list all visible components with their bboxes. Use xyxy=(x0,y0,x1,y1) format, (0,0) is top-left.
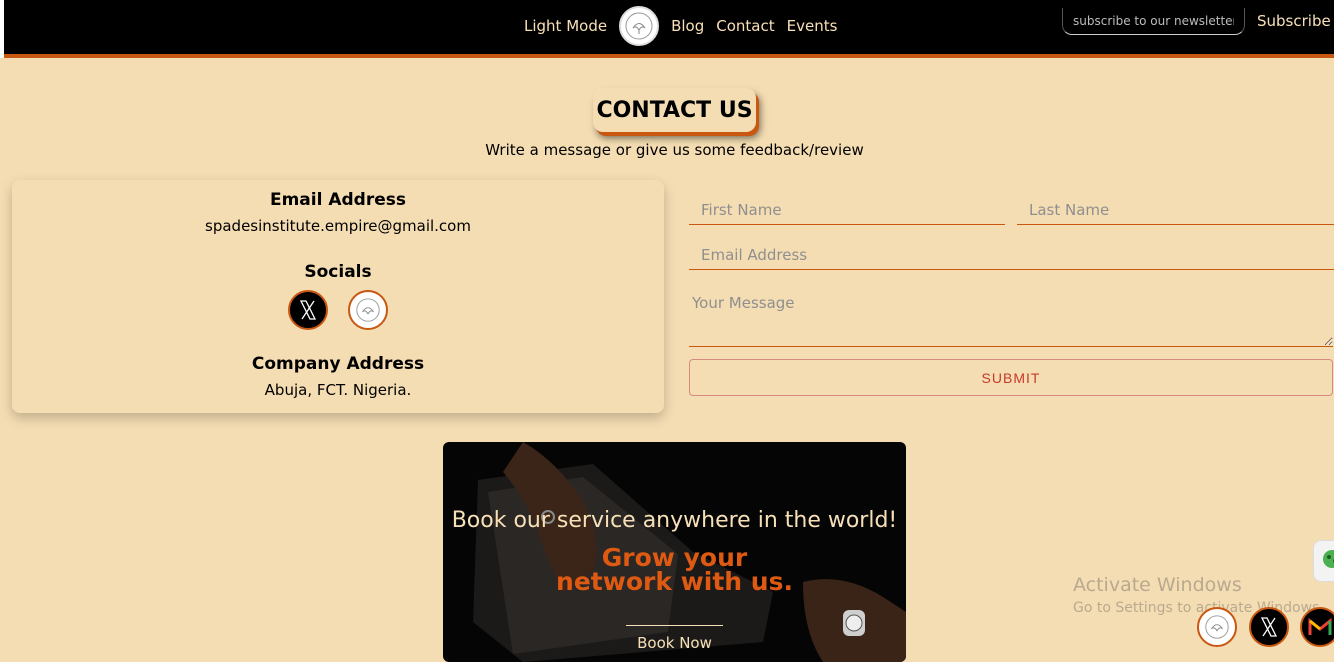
logo-icon[interactable] xyxy=(348,290,388,330)
booking-banner: Book our service anywhere in the world! … xyxy=(443,442,906,662)
site-logo-icon[interactable] xyxy=(619,6,660,46)
last-name-field[interactable] xyxy=(1017,196,1334,225)
x-icon[interactable] xyxy=(288,290,328,330)
nav-contact[interactable]: Contact xyxy=(716,17,774,35)
floating-gmail-icon[interactable] xyxy=(1300,607,1334,647)
windows-watermark-title: Activate Windows xyxy=(1073,574,1242,596)
company-address: Abuja, FCT. Nigeria. xyxy=(264,381,412,399)
nav-blog[interactable]: Blog xyxy=(671,17,704,35)
banner-headline-line-2: network with us. xyxy=(556,567,793,596)
floating-logo-icon[interactable] xyxy=(1197,607,1237,647)
top-navbar: Light Mode Blog Contact Events Subscribe xyxy=(0,0,1334,58)
socials-heading: Socials xyxy=(304,262,372,282)
newsletter-input[interactable] xyxy=(1062,8,1245,35)
email-address[interactable]: spadesinstitute.empire@gmail.com xyxy=(12,217,664,235)
address-heading: Company Address xyxy=(251,354,425,374)
nav-links: Light Mode Blog Contact Events xyxy=(524,5,837,47)
email-field[interactable] xyxy=(689,241,1334,270)
banner-tagline: Book our service anywhere in the world! xyxy=(451,508,898,533)
banner-headline: Grow your network with us. xyxy=(443,545,906,596)
email-heading: Email Address xyxy=(269,190,407,210)
chat-widget-icon xyxy=(1323,550,1334,568)
subscribe-button[interactable]: Subscribe xyxy=(1257,12,1331,30)
first-name-field[interactable] xyxy=(689,196,1005,225)
submit-button[interactable]: SUBMIT xyxy=(689,359,1333,396)
floating-x-icon[interactable] xyxy=(1249,607,1289,647)
message-field[interactable] xyxy=(689,286,1333,347)
windows-watermark-subtitle: Go to Settings to activate Windows. xyxy=(1073,600,1324,616)
contact-info-card: Email Address spadesinstitute.empire@gma… xyxy=(12,180,664,413)
chat-widget-tab[interactable] xyxy=(1313,540,1334,582)
nav-light-mode[interactable]: Light Mode xyxy=(524,17,607,35)
nav-events[interactable]: Events xyxy=(787,17,838,35)
nav-edge xyxy=(0,0,4,58)
page-subtitle: Write a message or give us some feedback… xyxy=(485,141,864,159)
book-now-button[interactable]: Book Now xyxy=(626,625,723,652)
page-title: CONTACT US xyxy=(593,88,756,132)
